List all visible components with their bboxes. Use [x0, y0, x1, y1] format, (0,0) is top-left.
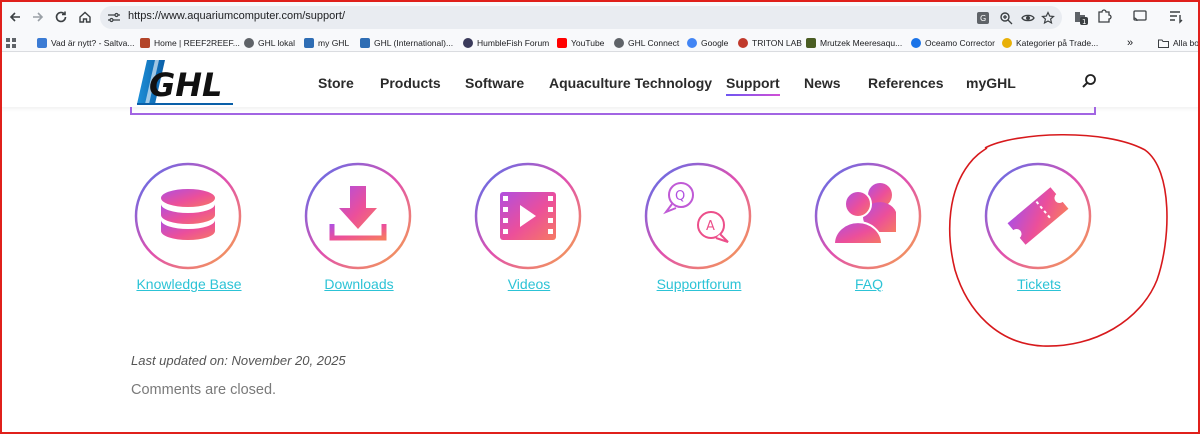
users-icon[interactable]: [814, 162, 922, 270]
bookmark-item[interactable]: GHL (International)...: [360, 36, 453, 50]
support-card-knowledge-base[interactable]: Knowledge Base: [134, 162, 244, 302]
bookmark-item[interactable]: Kategorier på Trade...: [1002, 36, 1098, 50]
bookmarks-bar: Vad är nytt? - Saltva... Home | REEF2REE…: [0, 34, 1200, 52]
zoom-icon[interactable]: [999, 11, 1013, 25]
nav-news[interactable]: News: [804, 75, 841, 91]
search-icon[interactable]: [1081, 73, 1097, 89]
download-icon[interactable]: [304, 162, 412, 270]
annotation-circle: [948, 133, 1168, 347]
address-bar[interactable]: https://www.aquariumcomputer.com/support…: [100, 6, 1062, 29]
nav-software[interactable]: Software: [465, 75, 524, 91]
bookmarks-overflow-button[interactable]: »: [1127, 36, 1133, 50]
nav-support[interactable]: Support: [726, 75, 780, 96]
content-divider: [130, 107, 1096, 115]
bookmark-item[interactable]: Oceamo Corrector: [911, 36, 995, 50]
database-icon[interactable]: [134, 162, 242, 270]
video-icon[interactable]: [474, 162, 582, 270]
site-info-icon[interactable]: [108, 12, 120, 23]
svg-text:G: G: [980, 14, 986, 23]
svg-text:GHL: GHL: [149, 66, 222, 104]
svg-text:1: 1: [1082, 18, 1086, 26]
extension-icon[interactable]: 1: [1071, 8, 1089, 26]
supportforum-link[interactable]: Supportforum: [614, 276, 784, 292]
ghl-logo[interactable]: GHL: [135, 58, 235, 106]
sg-icon: [37, 38, 47, 48]
reload-icon[interactable]: [52, 8, 70, 26]
site-header: GHL Store Products Software Aquaculture …: [0, 53, 1200, 107]
bookmark-star-icon[interactable]: [1041, 11, 1055, 25]
comments-closed-text: Comments are closed.: [131, 382, 277, 398]
support-card-downloads[interactable]: Downloads: [304, 162, 414, 302]
humblefish-icon: [463, 38, 473, 48]
trade-icon: [1002, 38, 1012, 48]
eye-icon[interactable]: [1021, 11, 1035, 25]
support-card-faq[interactable]: FAQ: [814, 162, 924, 302]
forward-arrow-icon[interactable]: [29, 8, 47, 26]
faq-link[interactable]: FAQ: [784, 276, 954, 292]
nav-products[interactable]: Products: [380, 75, 441, 91]
folder-icon: [1158, 39, 1169, 48]
reef2reef-icon: [140, 38, 150, 48]
videos-link[interactable]: Videos: [444, 276, 614, 292]
ghl-icon: [304, 38, 314, 48]
url-text[interactable]: https://www.aquariumcomputer.com/support…: [128, 10, 345, 22]
support-card-videos[interactable]: Videos: [474, 162, 584, 302]
extensions-puzzle-icon[interactable]: [1096, 8, 1114, 26]
bookmark-item[interactable]: GHL lokal: [244, 36, 295, 50]
qa-chat-icon[interactable]: Q A: [644, 162, 752, 270]
apps-grid-icon[interactable]: [6, 36, 16, 50]
cast-icon[interactable]: [1132, 8, 1150, 26]
bookmark-item[interactable]: YouTube: [557, 36, 604, 50]
nav-myghl[interactable]: myGHL: [966, 75, 1016, 91]
google-icon: [687, 38, 697, 48]
bookmark-item[interactable]: TRITON LAB: [738, 36, 802, 50]
bookmark-item[interactable]: Home | REEF2REEF...: [140, 36, 240, 50]
knowledge-base-link[interactable]: Knowledge Base: [104, 276, 274, 292]
support-card-supportforum[interactable]: Q A Supportforum: [644, 162, 754, 302]
mrutzek-icon: [806, 38, 816, 48]
globe-icon: [614, 38, 624, 48]
back-arrow-icon[interactable]: [6, 8, 24, 26]
bookmark-item[interactable]: Vad är nytt? - Saltva...: [37, 36, 134, 50]
all-bookmarks-folder[interactable]: Alla bo: [1158, 36, 1199, 50]
oceamo-icon: [911, 38, 921, 48]
bookmark-item[interactable]: GHL Connect: [614, 36, 679, 50]
bookmark-item[interactable]: Google: [687, 36, 728, 50]
svg-text:Q: Q: [675, 189, 685, 204]
nav-references[interactable]: References: [868, 75, 944, 91]
globe-icon: [244, 38, 254, 48]
svg-text:A: A: [706, 219, 715, 234]
bookmark-item[interactable]: Mrutzek Meeresaqu...: [806, 36, 902, 50]
youtube-icon: [557, 38, 567, 48]
ghl-icon: [360, 38, 370, 48]
last-updated-text: Last updated on: November 20, 2025: [131, 353, 346, 368]
home-icon[interactable]: [76, 8, 94, 26]
reading-list-icon[interactable]: [1168, 8, 1186, 26]
browser-toolbar: https://www.aquariumcomputer.com/support…: [0, 0, 1200, 34]
bookmark-item[interactable]: HumbleFish Forum: [463, 36, 549, 50]
nav-store[interactable]: Store: [318, 75, 354, 91]
bookmark-item[interactable]: my GHL: [304, 36, 349, 50]
nav-aquaculture-technology[interactable]: Aquaculture Technology: [549, 75, 712, 91]
translate-icon[interactable]: G: [976, 11, 990, 25]
triton-icon: [738, 38, 748, 48]
downloads-link[interactable]: Downloads: [274, 276, 444, 292]
